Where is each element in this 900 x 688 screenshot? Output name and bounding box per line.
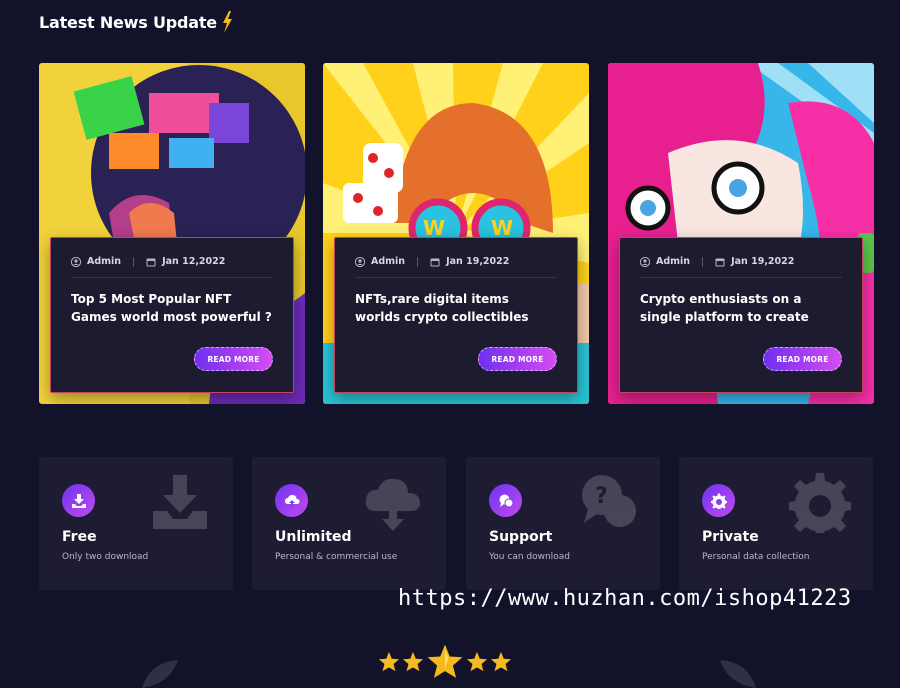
news-date: Jan 19,2022 bbox=[731, 256, 795, 267]
feature-icon-badge bbox=[275, 484, 308, 517]
calendar-icon bbox=[146, 257, 156, 267]
feature-icon-badge bbox=[62, 484, 95, 517]
star-icon bbox=[466, 651, 488, 672]
news-meta: Admin Jan 12,2022 bbox=[70, 256, 273, 267]
user-icon bbox=[354, 256, 366, 267]
star-icon bbox=[402, 651, 424, 672]
meta-divider bbox=[702, 256, 704, 267]
news-card: Admin Jan 12,2022 Top 5 Most Popular NFT… bbox=[39, 63, 305, 404]
gear-icon bbox=[710, 493, 727, 509]
news-date: Jan 12,2022 bbox=[162, 256, 226, 267]
feature-icon-badge bbox=[702, 484, 735, 517]
rating-stars bbox=[378, 643, 512, 681]
news-title[interactable]: Top 5 Most Popular NFT Games world most … bbox=[71, 290, 273, 330]
news-author[interactable]: Admin bbox=[371, 256, 405, 267]
news-title[interactable]: NFTs,rare digital items worlds crypto co… bbox=[355, 290, 557, 330]
chat-question-icon: ? bbox=[582, 475, 636, 527]
news-card-body: Admin Jan 19,2022 NFTs,rare digital item… bbox=[334, 237, 578, 393]
read-more-button[interactable]: READ MORE bbox=[194, 347, 273, 371]
star-icon bbox=[427, 644, 463, 678]
feature-icon-badge bbox=[489, 484, 522, 517]
feature-subtitle: You can download bbox=[489, 552, 570, 562]
news-author[interactable]: Admin bbox=[656, 256, 690, 267]
laurel-leaf-decoration bbox=[142, 660, 178, 688]
laurel-leaf-decoration bbox=[720, 660, 756, 688]
chat-bubbles-icon bbox=[499, 494, 513, 507]
feature-card-free: Free Only two download bbox=[39, 457, 233, 590]
watermark-url: https://www.huzhan.com/ishop41223 bbox=[398, 586, 852, 611]
section-title-text: Latest News Update bbox=[39, 12, 217, 32]
lightning-bolt-icon bbox=[221, 11, 233, 33]
feature-title: Private bbox=[702, 529, 759, 545]
star-icon bbox=[490, 651, 512, 672]
feature-card-unlimited: Unlimited Personal & commercial use bbox=[252, 457, 446, 590]
download-tray-icon bbox=[153, 475, 207, 529]
user-icon bbox=[639, 256, 651, 267]
download-tray-icon bbox=[71, 493, 86, 508]
news-card-body: Admin Jan 12,2022 Top 5 Most Popular NFT… bbox=[50, 237, 294, 393]
svg-text:?: ? bbox=[595, 484, 608, 509]
cloud-upload-icon bbox=[365, 478, 420, 531]
read-more-button[interactable]: READ MORE bbox=[763, 347, 842, 371]
feature-subtitle: Personal & commercial use bbox=[275, 552, 398, 562]
news-date: Jan 19,2022 bbox=[446, 256, 510, 267]
news-author[interactable]: Admin bbox=[87, 256, 121, 267]
news-title[interactable]: Crypto enthusiasts on a single platform … bbox=[640, 290, 842, 330]
user-icon bbox=[70, 256, 82, 267]
news-meta: Admin Jan 19,2022 bbox=[639, 256, 842, 267]
gear-icon bbox=[789, 473, 851, 533]
meta-divider-line bbox=[640, 277, 842, 278]
feature-subtitle: Personal data collection bbox=[702, 552, 810, 562]
star-icon bbox=[378, 651, 400, 672]
calendar-icon bbox=[715, 257, 725, 267]
news-card: W W Admin Jan 19,2022 NFTs,rare digital … bbox=[323, 63, 589, 404]
feature-card-support: ? Support You can download bbox=[466, 457, 660, 590]
feature-subtitle: Only two download bbox=[62, 552, 149, 562]
meta-divider bbox=[417, 256, 419, 267]
read-more-button[interactable]: READ MORE bbox=[478, 347, 557, 371]
feature-title: Unlimited bbox=[275, 529, 352, 545]
section-title: Latest News Update bbox=[39, 11, 233, 33]
feature-title: Free bbox=[62, 529, 97, 545]
news-meta: Admin Jan 19,2022 bbox=[354, 256, 557, 267]
meta-divider-line bbox=[71, 277, 273, 278]
meta-divider-line bbox=[355, 277, 557, 278]
calendar-icon bbox=[430, 257, 440, 267]
feature-title: Support bbox=[489, 529, 553, 545]
cloud-upload-icon bbox=[284, 494, 299, 507]
feature-card-private: Private Personal data collection bbox=[679, 457, 873, 590]
news-card-body: Admin Jan 19,2022 Crypto enthusiasts on … bbox=[619, 237, 863, 393]
news-card: Admin Jan 19,2022 Crypto enthusiasts on … bbox=[608, 63, 874, 404]
meta-divider bbox=[133, 256, 135, 267]
